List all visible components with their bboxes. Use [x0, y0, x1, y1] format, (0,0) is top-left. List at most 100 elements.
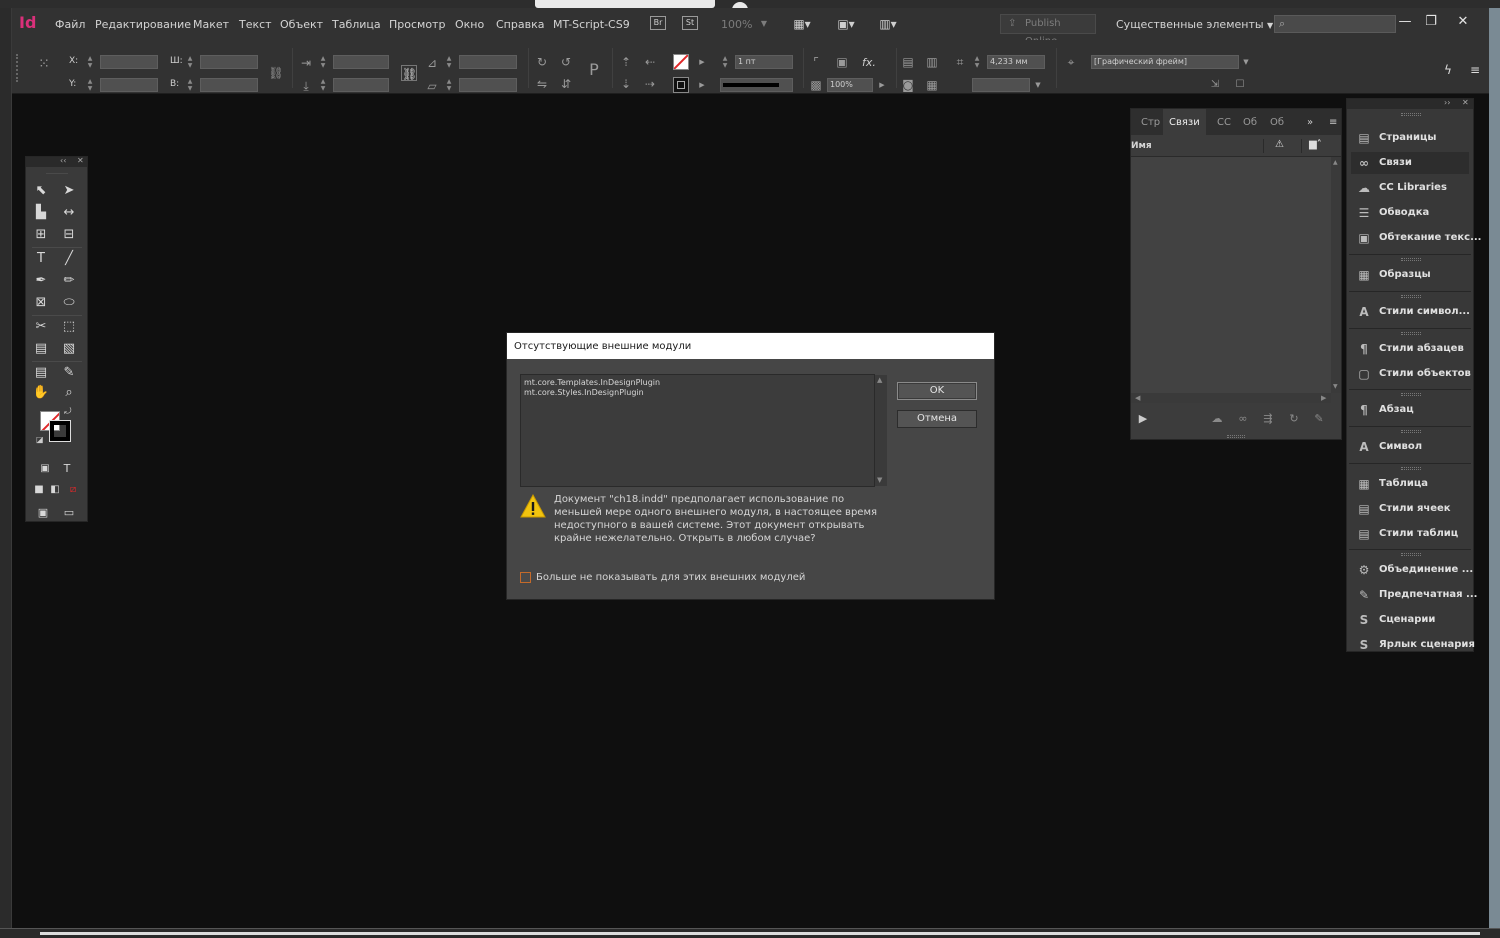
dock-group-grip[interactable] — [1401, 332, 1421, 335]
object-style-dropdown[interactable]: [Графический фрейм] — [1091, 55, 1239, 69]
swatch-dropdown-icon[interactable]: ▼ — [1030, 77, 1046, 93]
dock-group-grip[interactable] — [1401, 553, 1421, 556]
style-options-icon[interactable]: ☐ — [1232, 77, 1248, 93]
object-style-chevron-icon[interactable]: ▼ — [1238, 54, 1254, 70]
show-link-info-icon[interactable]: ▶ — [1135, 411, 1151, 427]
apply-none-icon[interactable]: ⧄ — [62, 480, 84, 500]
tools-panel-header[interactable]: ‹‹ ✕ — [26, 156, 87, 167]
panel-menu-icon[interactable]: ≡ — [1329, 117, 1337, 128]
menu-file[interactable]: Файл — [55, 18, 85, 31]
dock-item-links[interactable]: ∞ Связи — [1351, 152, 1469, 174]
arrange-documents-icon[interactable]: ▥▾ — [874, 15, 902, 33]
dock-item-scripts[interactable]: S Сценарии — [1351, 609, 1469, 631]
effects-button[interactable]: fx. — [862, 56, 876, 69]
workspace-switcher[interactable]: Существенные элементы ▼ — [1116, 18, 1273, 31]
ellipse-tool-icon[interactable]: ⬭ — [58, 293, 80, 313]
tools-close-icon[interactable]: ✕ — [77, 156, 84, 165]
menu-edit[interactable]: Редактирование — [95, 18, 191, 31]
rotation-spinner[interactable]: ▲ ▼ — [444, 55, 454, 69]
go-to-link-icon[interactable]: ⇶ — [1260, 411, 1276, 427]
direct-selection-tool-icon[interactable]: ➤ — [58, 181, 80, 201]
dock-item-stroke[interactable]: ☰ Обводка — [1351, 202, 1469, 224]
rectangle-frame-tool-icon[interactable]: ⊠ — [30, 293, 52, 313]
corner-options-icon[interactable]: ⌜ — [808, 54, 824, 70]
constrain-proportions-icon[interactable]: ⛓ — [268, 65, 284, 81]
scissors-tool-icon[interactable]: ✂ — [30, 317, 52, 337]
dock-item-swatches[interactable]: ▦ Образцы — [1351, 264, 1469, 286]
scroll-down-icon[interactable]: ▼ — [1333, 383, 1338, 390]
ok-button[interactable]: OK — [897, 382, 977, 400]
scale-y-spinner[interactable]: ▲ ▼ — [318, 78, 328, 92]
opacity-field[interactable]: 100% — [827, 78, 873, 92]
screen-mode-icon[interactable]: ▭ — [58, 503, 80, 523]
formatting-container-icon[interactable]: ▣ — [34, 459, 56, 479]
flip-vertical-icon[interactable]: ⇵ — [558, 76, 574, 92]
shear-field[interactable] — [459, 78, 517, 92]
gap-field[interactable]: 4,233 мм — [987, 55, 1045, 69]
links-vertical-scrollbar[interactable]: ▲ ▼ — [1331, 157, 1341, 393]
stroke-weight-spinner[interactable]: ▲ ▼ — [720, 55, 730, 69]
warning-column-icon[interactable]: ⚠ — [1275, 139, 1284, 150]
screen-mode-icon[interactable]: ▣▾ — [832, 15, 860, 33]
dock-group-grip[interactable] — [1401, 467, 1421, 470]
list-item[interactable]: mt.core.Templates.InDesignPlugin — [524, 378, 660, 387]
menu-type[interactable]: Текст — [239, 18, 272, 31]
tab-pages[interactable]: Стр — [1141, 117, 1160, 128]
menu-mt-script[interactable]: MT-Script-CS9 — [553, 18, 630, 31]
height-field[interactable] — [200, 78, 258, 92]
stock-button[interactable]: St — [682, 16, 698, 30]
list-scrollbar[interactable]: ▲ ▼ — [875, 375, 887, 486]
dock-item-character-styles[interactable]: A Стили символ... — [1351, 301, 1470, 323]
gradient-feather-tool-icon[interactable]: ▧ — [58, 339, 80, 359]
width-field[interactable] — [200, 55, 258, 69]
dock-item-preflight[interactable]: ✎ Предпечатная ... — [1351, 584, 1477, 606]
links-column-header[interactable]: Имя ⚠ ▆˄ — [1131, 135, 1341, 157]
dock-item-character[interactable]: A Символ — [1351, 436, 1469, 458]
scroll-up-icon[interactable]: ▲ — [877, 376, 882, 384]
publish-online-button[interactable]: ⇪ Publish Online — [1000, 14, 1096, 47]
formatting-text-icon[interactable]: T — [56, 459, 78, 479]
page-column-icon[interactable]: ▆˄ — [1309, 139, 1322, 150]
stroke-weight-field[interactable]: 1 пт — [735, 55, 793, 69]
dock-item-pages[interactable]: ▤ Страницы — [1351, 127, 1469, 149]
dont-show-again-label[interactable]: Больше не показывать для этих внешних мо… — [536, 572, 805, 583]
swap-colors-icon[interactable]: ⤾ — [64, 407, 72, 417]
menu-window[interactable]: Окно — [455, 18, 484, 31]
type-tool-icon[interactable]: T — [30, 249, 52, 269]
note-tool-icon[interactable]: ▤ — [30, 363, 52, 383]
resize-grip[interactable] — [1227, 435, 1245, 438]
links-list[interactable] — [1131, 157, 1331, 393]
content-placer-icon[interactable]: ⊟ — [58, 225, 80, 245]
dock-group-grip[interactable] — [1401, 430, 1421, 433]
tools-collapse-icon[interactable]: ‹‹ — [60, 156, 66, 165]
cancel-button[interactable]: Отмена — [897, 410, 977, 428]
zoom-dropdown-icon[interactable]: ▼ — [750, 15, 778, 33]
menu-help[interactable]: Справка — [496, 18, 544, 31]
menu-table[interactable]: Таблица — [332, 18, 381, 31]
dock-group-grip[interactable] — [1401, 295, 1421, 298]
fill-none-icon[interactable] — [673, 54, 689, 70]
dock-item-object-styles[interactable]: ▢ Стили объектов — [1351, 363, 1471, 385]
links-horizontal-scrollbar[interactable]: ◀ ▶ — [1131, 393, 1331, 403]
reference-point-icon[interactable]: ⁙ — [36, 56, 52, 72]
dock-group-grip[interactable] — [1401, 113, 1421, 116]
selection-tool-icon[interactable]: ⬉ — [30, 181, 52, 201]
more-tabs-icon[interactable]: » — [1307, 117, 1313, 128]
wrap-bounding-icon[interactable]: ▥ — [924, 54, 940, 70]
shear-spinner[interactable]: ▲ ▼ — [444, 78, 454, 92]
select-container-icon[interactable]: ⇡ — [618, 54, 634, 70]
menu-view[interactable]: Просмотр — [389, 18, 445, 31]
column-name[interactable]: Имя — [1131, 141, 1152, 151]
scroll-up-icon[interactable]: ▲ — [1333, 159, 1338, 166]
dock-item-table[interactable]: ▦ Таблица — [1351, 473, 1469, 495]
stroke-swatch-icon[interactable] — [49, 420, 71, 442]
scale-x-field[interactable] — [333, 55, 389, 69]
clear-overrides-icon[interactable]: ⇲ — [1207, 77, 1223, 93]
scale-y-field[interactable] — [333, 78, 389, 92]
stroke-type-dropdown[interactable] — [720, 78, 793, 92]
lightning-icon[interactable]: ϟ — [1440, 62, 1456, 78]
view-options-icon[interactable]: ▦▾ — [788, 15, 816, 33]
dock-expand-icon[interactable]: ›› — [1444, 98, 1450, 107]
missing-modules-list[interactable]: mt.core.Templates.InDesignPlugin mt.core… — [520, 374, 887, 487]
gap-tool-icon[interactable]: ↔ — [58, 203, 80, 223]
